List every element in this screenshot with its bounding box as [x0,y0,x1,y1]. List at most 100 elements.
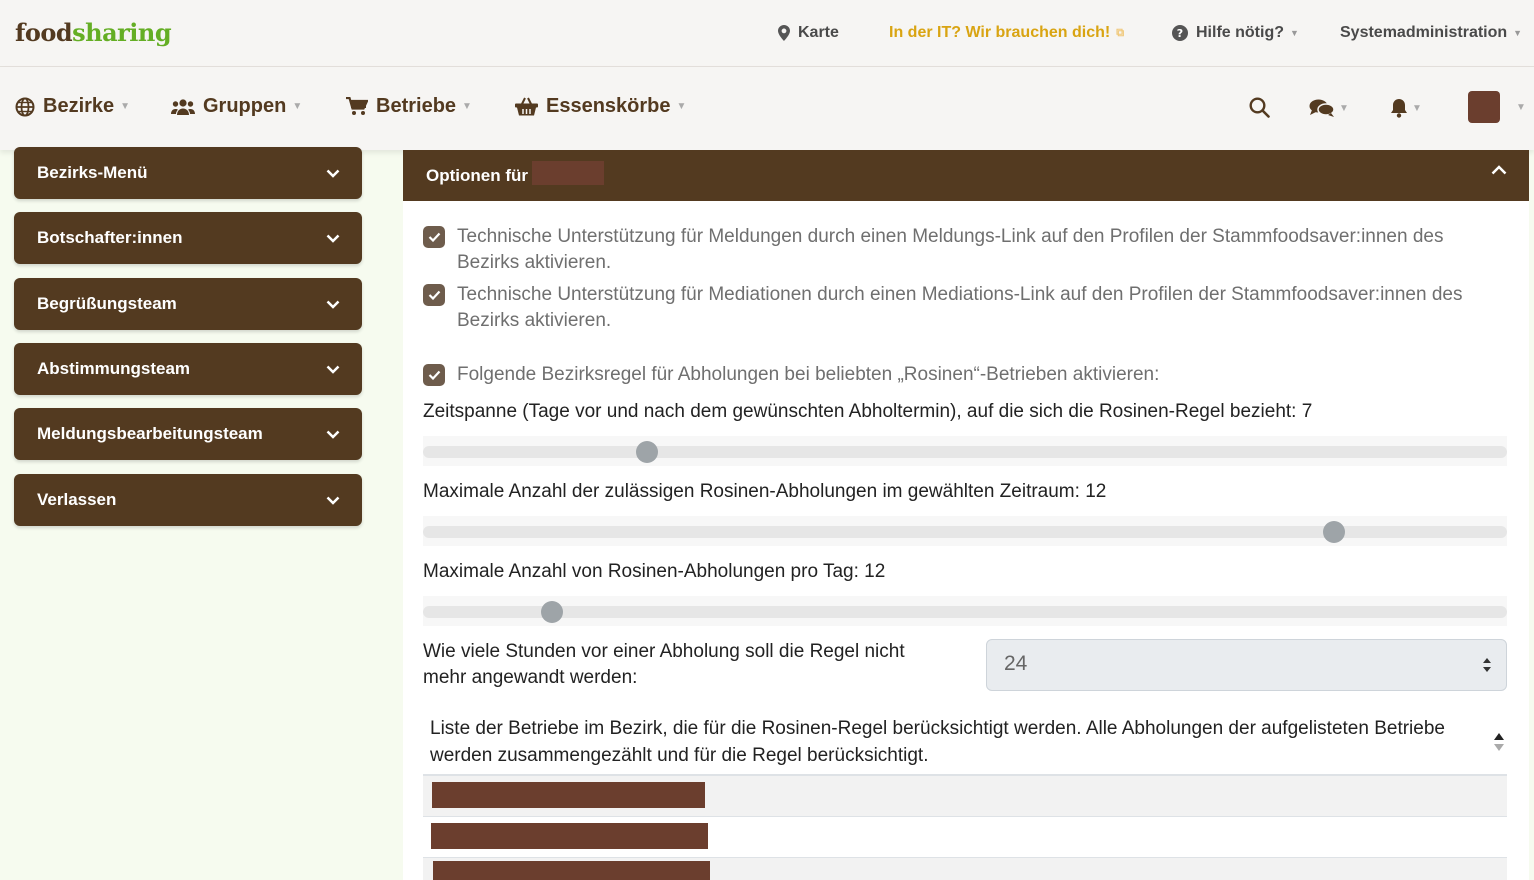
sidebar-item-label: Meldungsbearbeitungsteam [37,424,263,443]
max-pickups-slider-handle[interactable] [1322,521,1345,543]
chevron-down-icon [326,300,340,309]
external-link-icon: ⧉ [1116,26,1125,39]
nav-essenskoerbe[interactable]: Essenskörbe ▼ [515,95,686,118]
district-options-panel: Optionen für Technische Unterstützung fü… [403,150,1529,880]
sidebar-item-meldungsbearbeitungsteam[interactable]: Meldungsbearbeitungsteam [14,408,362,460]
help-menu-label: Hilfe nötig? [1196,24,1284,41]
mediation-support-label: Technische Unterstützung für Mediationen… [457,284,1463,331]
sidebar-item-label: Verlassen [37,490,117,509]
store-list-header[interactable]: Liste der Betriebe im Bezirk, die für di… [423,710,1507,776]
checkmark-icon [428,370,440,380]
notifications-menu[interactable]: ▼ [1390,98,1422,118]
profile-menu[interactable]: ▼ [1468,91,1526,123]
comments-icon [1309,99,1335,117]
report-support-label: Technische Unterstützung für Meldungen d… [457,226,1444,273]
nav-betriebe-label: Betriebe [376,95,457,117]
store-list-row[interactable] [423,776,1507,817]
report-support-checkbox[interactable] [423,226,445,248]
sidebar-item-begruessungsteam[interactable]: Begrüßungsteam [14,278,362,330]
chevron-down-icon: ▼ [1289,28,1299,38]
chevron-down-icon [326,234,340,243]
help-menu[interactable]: ? Hilfe nötig? ▼ [1172,24,1299,42]
sidebar-item-label: Bezirks-Menü [37,163,148,182]
select-arrows-icon [1483,658,1491,672]
per-day-slider-handle[interactable] [540,601,563,623]
panel-title: Optionen für [426,165,528,185]
avatar [1468,91,1500,123]
redacted-store-name [432,782,705,808]
main-nav: Bezirke ▼ Gruppen ▼ Betriebe ▼ Essenskör… [0,67,1534,150]
top-bar: foodsharing Karte In der IT? Wir brauche… [0,0,1534,67]
sidebar-item-bezirks-menue[interactable]: Bezirks-Menü [14,147,362,199]
hours-label: Wie viele Stunden vor einer Abholung sol… [423,641,905,688]
mediation-support-option: Technische Unterstützung für Mediationen… [423,282,1503,334]
chevron-down-icon: ▼ [462,101,472,112]
redacted-store-name [431,823,708,849]
map-marker-icon [778,25,790,41]
globe-icon [15,97,35,116]
search-icon [1249,97,1270,118]
rosinen-rule-option: Folgende Bezirksregel für Abholungen bei… [423,362,1503,388]
store-list-row[interactable] [423,858,1507,880]
chevron-down-icon: ▼ [1339,102,1349,114]
nav-betriebe[interactable]: Betriebe ▼ [346,95,472,118]
chevron-down-icon: ▼ [676,101,687,112]
sidebar-item-abstimmungsteam[interactable]: Abstimmungsteam [14,343,362,395]
max-pickups-slider-label: Maximale Anzahl der zulässigen Rosinen-A… [423,481,1107,502]
bell-icon [1391,99,1407,118]
max-pickups-slider[interactable] [423,521,1507,543]
redacted-district-name [531,160,604,185]
search-button[interactable] [1249,97,1270,118]
chevron-down-icon: ▼ [1516,101,1526,113]
store-list-header-label: Liste der Betriebe im Bezirk, die für di… [430,718,1445,766]
basket-icon [515,97,538,116]
sidebar-item-label: Begrüßungsteam [37,294,177,313]
shopping-cart-icon [346,97,368,115]
per-day-slider[interactable] [423,601,1507,623]
svg-text:?: ? [1177,27,1183,40]
users-icon [171,98,195,115]
chevron-down-icon: ▼ [1412,102,1422,114]
sidebar-item-label: Botschafter:innen [37,228,183,247]
chevron-down-icon: ▼ [1513,28,1523,38]
map-link-label: Karte [798,24,839,41]
foodsharing-logo[interactable]: foodsharing [15,18,172,47]
timespan-slider-label: Zeitspanne (Tage vor und nach dem gewüns… [423,401,1313,422]
nav-gruppen-label: Gruppen [203,95,287,117]
checkmark-icon [428,290,440,300]
report-support-option: Technische Unterstützung für Meldungen d… [423,224,1503,276]
admin-menu[interactable]: Systemadministration ▼ [1340,24,1522,42]
map-link[interactable]: Karte [778,24,839,42]
sort-icon [1494,733,1504,751]
hours-select[interactable]: 24 [986,639,1507,691]
chevron-up-icon[interactable] [1491,165,1507,175]
chevron-down-icon [326,365,340,374]
admin-menu-label: Systemadministration [1340,24,1508,41]
sidebar-item-botschafter[interactable]: Botschafter:innen [14,212,362,264]
redacted-store-name [433,861,710,880]
nav-essenskoerbe-label: Essenskörbe [546,95,671,117]
nav-bezirke[interactable]: Bezirke ▼ [15,95,130,118]
sidebar-item-verlassen[interactable]: Verlassen [14,474,362,526]
it-recruit-link[interactable]: In der IT? Wir brauchen dich! ⧉ [889,24,1124,42]
sidebar-item-label: Abstimmungsteam [37,359,191,378]
nav-bezirke-label: Bezirke [43,95,115,117]
question-circle-icon: ? [1172,25,1188,41]
rosinen-rule-checkbox[interactable] [423,364,445,386]
chevron-down-icon [326,169,340,178]
per-day-slider-label: Maximale Anzahl von Rosinen-Abholungen p… [423,561,886,582]
panel-header[interactable]: Optionen für [403,150,1529,201]
mediation-support-checkbox[interactable] [423,284,445,306]
checkmark-icon [428,232,440,242]
store-list-row[interactable] [423,817,1507,858]
messages-menu[interactable]: ▼ [1309,98,1349,118]
timespan-slider[interactable] [423,441,1507,463]
nav-gruppen[interactable]: Gruppen ▼ [171,95,302,118]
rosinen-rule-label: Folgende Bezirksregel für Abholungen bei… [457,364,1160,385]
chevron-down-icon: ▼ [120,101,131,112]
chevron-down-icon: ▼ [292,101,303,112]
chevron-down-icon [326,430,340,439]
chevron-down-icon [326,496,340,505]
it-recruit-label: In der IT? Wir brauchen dich! [889,24,1111,41]
hours-select-value: 24 [1004,652,1028,675]
